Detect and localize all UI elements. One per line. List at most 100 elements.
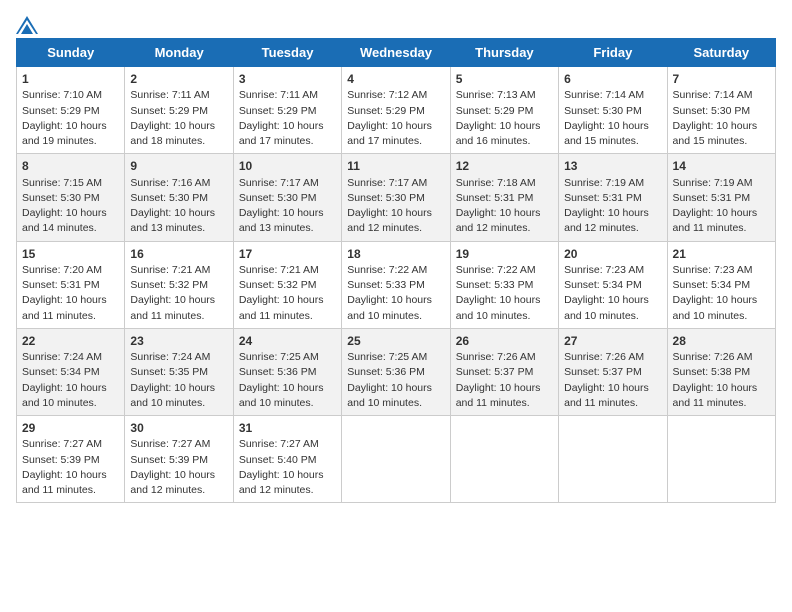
week-row-2: 8 Sunrise: 7:15 AM Sunset: 5:30 PM Dayli… <box>17 154 776 241</box>
daylight-text: Daylight: 10 hours and 10 minutes. <box>347 294 432 321</box>
sunrise-text: Sunrise: 7:15 AM <box>22 177 102 189</box>
week-row-5: 29 Sunrise: 7:27 AM Sunset: 5:39 PM Dayl… <box>17 416 776 503</box>
day-number: 21 <box>673 247 686 261</box>
sunrise-text: Sunrise: 7:20 AM <box>22 264 102 276</box>
daylight-text: Daylight: 10 hours and 13 minutes. <box>239 207 324 234</box>
sunrise-text: Sunrise: 7:26 AM <box>564 351 644 363</box>
day-cell: 25 Sunrise: 7:25 AM Sunset: 5:36 PM Dayl… <box>342 328 450 415</box>
sunset-text: Sunset: 5:33 PM <box>456 279 534 291</box>
daylight-text: Daylight: 10 hours and 12 minutes. <box>456 207 541 234</box>
daylight-text: Daylight: 10 hours and 17 minutes. <box>347 120 432 147</box>
daylight-text: Daylight: 10 hours and 12 minutes. <box>239 469 324 496</box>
day-number: 7 <box>673 72 680 86</box>
day-cell: 30 Sunrise: 7:27 AM Sunset: 5:39 PM Dayl… <box>125 416 233 503</box>
calendar-table: SundayMondayTuesdayWednesdayThursdayFrid… <box>16 38 776 503</box>
daylight-text: Daylight: 10 hours and 11 minutes. <box>130 294 215 321</box>
sunset-text: Sunset: 5:30 PM <box>564 105 642 117</box>
day-cell <box>667 416 775 503</box>
sunset-text: Sunset: 5:34 PM <box>673 279 751 291</box>
sunrise-text: Sunrise: 7:25 AM <box>347 351 427 363</box>
daylight-text: Daylight: 10 hours and 15 minutes. <box>673 120 758 147</box>
daylight-text: Daylight: 10 hours and 10 minutes. <box>347 382 432 409</box>
sunset-text: Sunset: 5:30 PM <box>673 105 751 117</box>
col-header-tuesday: Tuesday <box>233 39 341 67</box>
sunset-text: Sunset: 5:38 PM <box>673 366 751 378</box>
sunrise-text: Sunrise: 7:27 AM <box>22 438 102 450</box>
daylight-text: Daylight: 10 hours and 12 minutes. <box>347 207 432 234</box>
daylight-text: Daylight: 10 hours and 11 minutes. <box>239 294 324 321</box>
col-header-friday: Friday <box>559 39 667 67</box>
day-number: 8 <box>22 159 29 173</box>
sunset-text: Sunset: 5:40 PM <box>239 454 317 466</box>
sunset-text: Sunset: 5:32 PM <box>239 279 317 291</box>
sunset-text: Sunset: 5:29 PM <box>347 105 425 117</box>
day-cell: 10 Sunrise: 7:17 AM Sunset: 5:30 PM Dayl… <box>233 154 341 241</box>
daylight-text: Daylight: 10 hours and 12 minutes. <box>564 207 649 234</box>
week-row-4: 22 Sunrise: 7:24 AM Sunset: 5:34 PM Dayl… <box>17 328 776 415</box>
sunrise-text: Sunrise: 7:23 AM <box>564 264 644 276</box>
day-cell: 19 Sunrise: 7:22 AM Sunset: 5:33 PM Dayl… <box>450 241 558 328</box>
day-number: 2 <box>130 72 137 86</box>
sunset-text: Sunset: 5:31 PM <box>22 279 100 291</box>
day-number: 23 <box>130 334 143 348</box>
day-number: 17 <box>239 247 252 261</box>
sunrise-text: Sunrise: 7:12 AM <box>347 89 427 101</box>
day-cell: 11 Sunrise: 7:17 AM Sunset: 5:30 PM Dayl… <box>342 154 450 241</box>
day-number: 29 <box>22 421 35 435</box>
daylight-text: Daylight: 10 hours and 10 minutes. <box>239 382 324 409</box>
daylight-text: Daylight: 10 hours and 11 minutes. <box>456 382 541 409</box>
daylight-text: Daylight: 10 hours and 15 minutes. <box>564 120 649 147</box>
sunrise-text: Sunrise: 7:19 AM <box>564 177 644 189</box>
day-cell: 9 Sunrise: 7:16 AM Sunset: 5:30 PM Dayli… <box>125 154 233 241</box>
sunrise-text: Sunrise: 7:27 AM <box>130 438 210 450</box>
sunset-text: Sunset: 5:29 PM <box>456 105 534 117</box>
daylight-text: Daylight: 10 hours and 19 minutes. <box>22 120 107 147</box>
sunrise-text: Sunrise: 7:11 AM <box>239 89 318 101</box>
day-cell <box>450 416 558 503</box>
day-number: 1 <box>22 72 29 86</box>
day-number: 5 <box>456 72 463 86</box>
daylight-text: Daylight: 10 hours and 18 minutes. <box>130 120 215 147</box>
sunrise-text: Sunrise: 7:13 AM <box>456 89 536 101</box>
day-number: 25 <box>347 334 360 348</box>
day-number: 24 <box>239 334 252 348</box>
day-cell: 22 Sunrise: 7:24 AM Sunset: 5:34 PM Dayl… <box>17 328 125 415</box>
logo-icon <box>16 16 38 34</box>
day-number: 6 <box>564 72 571 86</box>
day-cell: 18 Sunrise: 7:22 AM Sunset: 5:33 PM Dayl… <box>342 241 450 328</box>
day-cell: 4 Sunrise: 7:12 AM Sunset: 5:29 PM Dayli… <box>342 67 450 154</box>
sunset-text: Sunset: 5:30 PM <box>347 192 425 204</box>
calendar-header: SundayMondayTuesdayWednesdayThursdayFrid… <box>17 39 776 67</box>
day-number: 30 <box>130 421 143 435</box>
week-row-1: 1 Sunrise: 7:10 AM Sunset: 5:29 PM Dayli… <box>17 67 776 154</box>
sunset-text: Sunset: 5:37 PM <box>456 366 534 378</box>
daylight-text: Daylight: 10 hours and 12 minutes. <box>130 469 215 496</box>
day-cell: 29 Sunrise: 7:27 AM Sunset: 5:39 PM Dayl… <box>17 416 125 503</box>
day-cell <box>342 416 450 503</box>
sunset-text: Sunset: 5:36 PM <box>347 366 425 378</box>
day-number: 27 <box>564 334 577 348</box>
daylight-text: Daylight: 10 hours and 10 minutes. <box>456 294 541 321</box>
day-cell: 24 Sunrise: 7:25 AM Sunset: 5:36 PM Dayl… <box>233 328 341 415</box>
sunset-text: Sunset: 5:37 PM <box>564 366 642 378</box>
daylight-text: Daylight: 10 hours and 10 minutes. <box>673 294 758 321</box>
sunrise-text: Sunrise: 7:23 AM <box>673 264 753 276</box>
day-number: 26 <box>456 334 469 348</box>
sunset-text: Sunset: 5:36 PM <box>239 366 317 378</box>
sunrise-text: Sunrise: 7:22 AM <box>456 264 536 276</box>
day-cell: 28 Sunrise: 7:26 AM Sunset: 5:38 PM Dayl… <box>667 328 775 415</box>
day-number: 28 <box>673 334 686 348</box>
sunrise-text: Sunrise: 7:14 AM <box>673 89 753 101</box>
sunset-text: Sunset: 5:35 PM <box>130 366 208 378</box>
sunrise-text: Sunrise: 7:27 AM <box>239 438 319 450</box>
day-cell: 8 Sunrise: 7:15 AM Sunset: 5:30 PM Dayli… <box>17 154 125 241</box>
sunrise-text: Sunrise: 7:17 AM <box>347 177 427 189</box>
day-cell: 14 Sunrise: 7:19 AM Sunset: 5:31 PM Dayl… <box>667 154 775 241</box>
daylight-text: Daylight: 10 hours and 10 minutes. <box>130 382 215 409</box>
day-cell: 16 Sunrise: 7:21 AM Sunset: 5:32 PM Dayl… <box>125 241 233 328</box>
day-number: 18 <box>347 247 360 261</box>
day-number: 19 <box>456 247 469 261</box>
sunrise-text: Sunrise: 7:25 AM <box>239 351 319 363</box>
sunset-text: Sunset: 5:39 PM <box>22 454 100 466</box>
daylight-text: Daylight: 10 hours and 11 minutes. <box>564 382 649 409</box>
